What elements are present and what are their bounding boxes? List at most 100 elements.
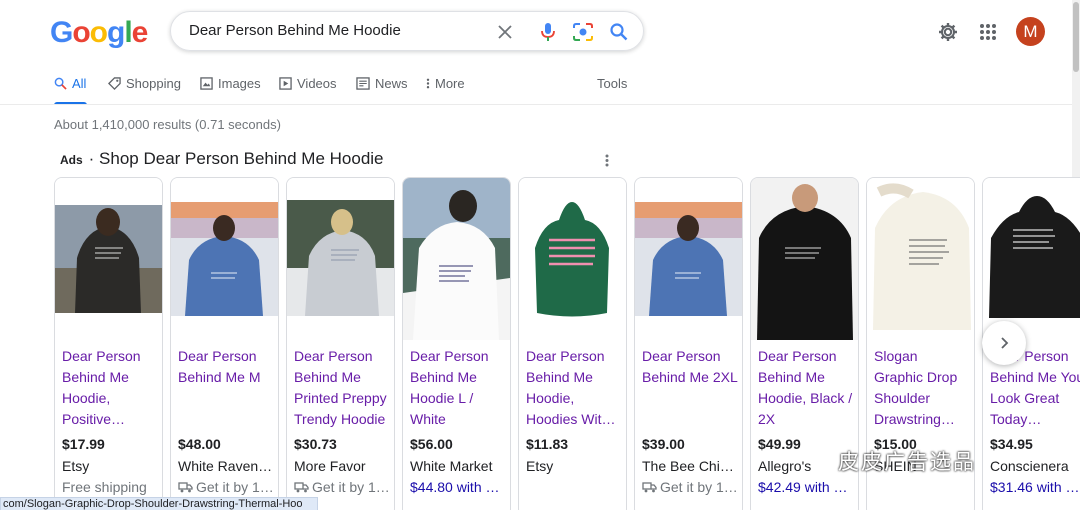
clear-icon[interactable] — [493, 20, 517, 44]
search-box[interactable] — [170, 11, 644, 51]
tab-label: Shopping — [126, 76, 181, 91]
product-merchant: The Bee Chic… — [642, 458, 738, 474]
product-card[interactable]: Dear Person Behind Me Hoodie, Positive… $… — [54, 177, 163, 510]
product-price: $30.73 — [294, 436, 337, 452]
logo-letter: e — [131, 16, 149, 49]
tab-videos[interactable]: Videos — [279, 76, 337, 104]
ads-label: Ads — [60, 153, 83, 167]
scrollbar-thumb[interactable] — [1073, 2, 1079, 72]
product-delivery-info: Get it by 1… — [642, 479, 738, 496]
product-extra-text: $42.49 with … — [758, 479, 848, 495]
logo-letter: o — [89, 16, 108, 49]
tools-button[interactable]: Tools — [597, 76, 627, 104]
product-extra-text: Get it by 1… — [312, 479, 390, 495]
product-price: $11.83 — [526, 436, 569, 452]
more-options-icon[interactable] — [603, 152, 611, 168]
status-bar-url: com/Slogan-Graphic-Drop-Shoulder-Drawstr… — [0, 497, 318, 510]
product-price: $49.99 — [758, 436, 801, 452]
product-extra-text: Free shipping — [62, 479, 147, 495]
product-sale-price: $42.49 with … — [758, 479, 854, 495]
logo-letter: G — [50, 16, 73, 49]
product-card[interactable]: Dear Person Behind Me Hoodie, Hoodies Wi… — [518, 177, 627, 510]
search-icon — [54, 77, 67, 90]
tab-images[interactable]: Images — [200, 76, 261, 104]
tab-all[interactable]: All — [54, 76, 87, 105]
logo-letter: l — [124, 16, 132, 49]
product-extra-text: Get it by 1… — [196, 479, 274, 495]
settings-gear-icon[interactable] — [936, 20, 960, 44]
product-extra-text: $44.80 with … — [410, 479, 500, 495]
product-card[interactable]: Dear Person Behind Me M $48.00 White Raven… — [170, 177, 279, 510]
search-icon[interactable] — [607, 20, 631, 44]
product-card[interactable]: Dear Person Behind Me Hoodie L / White $5… — [402, 177, 511, 510]
ads-header: Ads · Shop Dear Person Behind Me Hoodie — [60, 149, 384, 169]
product-title-link[interactable]: Dear Person Behind Me Printed Preppy Tre… — [294, 346, 390, 430]
tab-shopping[interactable]: Shopping — [108, 76, 181, 104]
tab-news[interactable]: News — [356, 76, 408, 104]
more-vertical-icon — [426, 78, 430, 89]
product-merchant: White Market — [410, 458, 493, 474]
product-extra-text: $31.46 with … — [990, 479, 1080, 495]
product-delivery-info: Get it by 1… — [294, 479, 390, 496]
logo-letter: g — [107, 16, 125, 49]
product-card[interactable]: Dear Person Behind Me Printed Preppy Tre… — [286, 177, 395, 510]
product-merchant: Conscienera — [990, 458, 1069, 474]
product-merchant: Etsy — [526, 458, 554, 474]
product-image[interactable] — [751, 178, 858, 340]
product-title-link[interactable]: Dear Person Behind Me M — [178, 346, 274, 388]
product-price: $39.00 — [642, 436, 685, 452]
search-input[interactable] — [189, 22, 489, 39]
product-price: $48.00 — [178, 436, 221, 452]
product-title-link[interactable]: Dear Person Behind Me Hoodie, Black / 2X — [758, 346, 854, 430]
chevron-right-icon — [1001, 337, 1009, 349]
product-title-link[interactable]: Dear Person Behind Me Hoodie, Hoodies Wi… — [526, 346, 622, 430]
delivery-truck-icon — [178, 480, 193, 496]
product-image[interactable] — [519, 178, 626, 340]
tab-more[interactable]: More — [426, 76, 465, 104]
tools-label: Tools — [597, 76, 628, 91]
carousel-next-button[interactable] — [982, 321, 1026, 365]
news-icon — [356, 77, 370, 90]
product-image[interactable] — [287, 178, 394, 340]
product-image[interactable] — [983, 178, 1080, 340]
apps-grid-icon[interactable] — [976, 20, 1000, 44]
google-logo[interactable]: Google — [50, 16, 149, 50]
play-icon — [279, 77, 292, 90]
result-stats: About 1,410,000 results (0.71 seconds) — [54, 117, 281, 132]
product-sale-price: $31.46 with … — [990, 479, 1080, 495]
tab-label: All — [72, 76, 87, 91]
product-sale-price: $44.80 with … — [410, 479, 506, 495]
product-image[interactable] — [171, 178, 278, 340]
product-title-link[interactable]: Dear Person Behind Me Hoodie L / White — [410, 346, 506, 430]
product-title-link[interactable]: Slogan Graphic Drop Shoulder Drawstring… — [874, 346, 970, 430]
tab-label: News — [375, 76, 408, 91]
product-extra-text: Get it by 1… — [660, 479, 738, 495]
product-image[interactable] — [55, 178, 162, 340]
tag-icon — [108, 77, 121, 90]
watermark-text: 皮皮广告选品 — [838, 450, 976, 474]
delivery-truck-icon — [642, 480, 657, 496]
microphone-icon[interactable] — [536, 20, 560, 44]
product-merchant: Etsy — [62, 458, 90, 474]
product-image[interactable] — [867, 178, 974, 340]
product-title-link[interactable]: Dear Person Behind Me Hoodie, Positive… — [62, 346, 158, 430]
product-title-link[interactable]: Dear Person Behind Me 2XL — [642, 346, 738, 388]
tab-label: Images — [218, 76, 261, 91]
tab-label: More — [435, 76, 465, 91]
product-image[interactable] — [403, 178, 510, 340]
ads-title: · Shop Dear Person Behind Me Hoodie — [88, 149, 384, 168]
delivery-truck-icon — [294, 480, 309, 496]
product-shipping-info: Free shipping — [62, 479, 158, 495]
product-card[interactable]: Dear Person Behind Me 2XL $39.00 The Bee C… — [634, 177, 743, 510]
product-image[interactable] — [635, 178, 742, 340]
product-price: $56.00 — [410, 436, 453, 452]
product-price: $17.99 — [62, 436, 105, 452]
camera-lens-icon[interactable] — [571, 20, 595, 44]
image-icon — [200, 77, 213, 90]
google-search-results-page: Google M All Shopping — [0, 0, 1080, 510]
tabs-divider — [0, 104, 1072, 105]
product-merchant: White Raven … — [178, 458, 274, 474]
product-price: $34.95 — [990, 436, 1033, 452]
product-merchant: More Favor — [294, 458, 366, 474]
account-avatar[interactable]: M — [1016, 17, 1045, 46]
